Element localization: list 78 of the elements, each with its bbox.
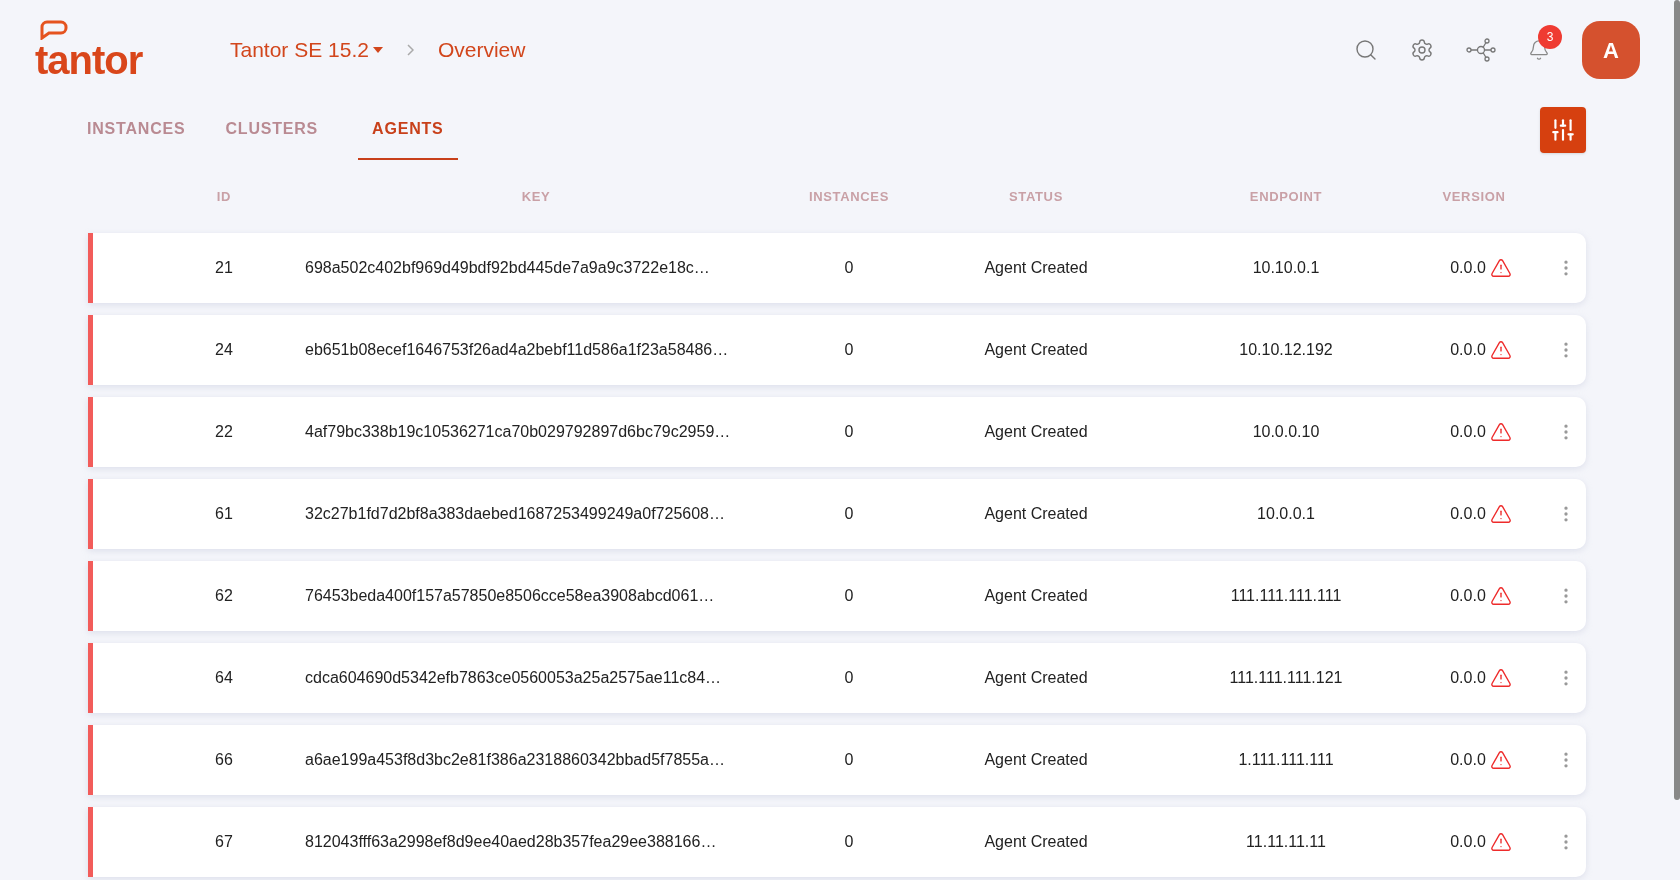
network-icon[interactable] (1466, 38, 1496, 62)
table-cell-text: 4af79bc338b19c10536271ca70b029792897d6bc79c2959… (305, 422, 732, 442)
table-cell-text: 10.0.0.1 (1256, 504, 1316, 524)
table-cell-text: 1.111.111.111 (1237, 750, 1335, 770)
table-cell-text: 21 (214, 258, 234, 278)
table-row[interactable]: 22 4af79bc338b19c10536271ca70b029792897d6bc79c2959… 0 Agent Created 10.0.0.10 0.0.0 (88, 397, 1586, 467)
table-cell-text: 0 (843, 258, 855, 278)
sliders-icon (1550, 117, 1576, 143)
table-cell-text: Agent Created (983, 258, 1089, 278)
page-title: Overview (437, 37, 526, 64)
table-row[interactable]: 66 a6ae199a453f8d3bc2e81f386a2318860342bbad5f7855a… 0 Agent Created 1.111.111.111 0.0.0 (88, 725, 1586, 795)
chevron-icon (406, 44, 414, 56)
table-cell-text: 22 (214, 422, 234, 442)
column-header: ID (215, 187, 233, 206)
column-header: STATUS (1008, 187, 1064, 206)
table-cell-text: 0.0.0 (1450, 504, 1486, 524)
bell-icon[interactable] (1528, 39, 1550, 61)
tab[interactable]: AGENTS (358, 100, 458, 160)
table-cell-text: 66 (214, 750, 234, 770)
table-cell-text: 61 (214, 504, 234, 524)
avatar[interactable]: A (1582, 21, 1640, 79)
product-dropdown[interactable]: Tantor SE 15.2 (230, 34, 383, 66)
table-cell-text: 0.0.0 (1450, 258, 1486, 278)
settings-icon[interactable] (1410, 38, 1434, 62)
table-cell-text: Agent Created (983, 750, 1089, 770)
filter-button[interactable] (1540, 107, 1586, 153)
table-cell-text: eb651b08ecef1646753f26ad4a2bebf11d586a1f23a58486… (305, 340, 730, 360)
table-cell-text: Agent Created (983, 586, 1089, 606)
table-cell-text: 812043fff63a2998ef8d9ee40aed28b357fea29ee388166… (305, 832, 718, 852)
column-header: VERSION (1441, 187, 1507, 206)
table-row[interactable]: 24 eb651b08ecef1646753f26ad4a2bebf11d586a1f23a58486… 0 Agent Created 10.10.12.192 0.0.0 (88, 315, 1586, 385)
search-icon[interactable] (1354, 38, 1378, 62)
table-cell-text: 0.0.0 (1450, 586, 1486, 606)
table-cell-text: Agent Created (983, 422, 1089, 442)
table-cell-text: 0.0.0 (1450, 422, 1486, 442)
table-cell-text: 0.0.0 (1450, 668, 1486, 688)
table-cell-text: 0 (843, 422, 855, 442)
table-cell-text: 0.0.0 (1450, 832, 1486, 852)
table-cell-text: 67 (214, 832, 234, 852)
table-cell-text: 0 (843, 504, 855, 524)
table-cell-text: 0 (843, 750, 855, 770)
logo-text: tantor (35, 40, 143, 80)
column-header: INSTANCES (808, 187, 890, 206)
table-row[interactable]: 67 812043fff63a2998ef8d9ee40aed28b357fea29ee388166… 0 Agent Created 11.11.11.11 0.0.0 (88, 807, 1586, 877)
table-cell-text: a6ae199a453f8d3bc2e81f386a2318860342bbad5f7855a… (305, 750, 726, 770)
table-cell-text: Agent Created (983, 504, 1089, 524)
scrollbar-thumb[interactable] (1674, 0, 1680, 800)
table-cell-text: 62 (214, 586, 234, 606)
table-row[interactable]: 64 cdca604690d5342efb7863ce0560053a25a2575ae11c84… 0 Agent Created 111.111.111.121 0.0.0 (88, 643, 1586, 713)
table-cell-text: 111.111.111.111 (1229, 586, 1343, 606)
table-cell-text: 0 (843, 832, 855, 852)
column-header: KEY (520, 187, 552, 206)
table-cell-text: 64 (214, 668, 234, 688)
table-cell-text: 698a502c402bf969d49bdf92bd445de7a9a9c3722e18c… (305, 258, 711, 278)
table-cell-text: Agent Created (983, 668, 1089, 688)
table-cell-text: 0.0.0 (1450, 750, 1486, 770)
table-cell-text: Agent Created (983, 340, 1089, 360)
caret-icon (372, 47, 383, 53)
table-cell-text: Agent Created (983, 832, 1089, 852)
column-header: ENDPOINT (1248, 187, 1324, 206)
table-cell-text: 0 (843, 668, 855, 688)
table-row[interactable]: 62 76453beda400f157a57850e8506cce58ea3908abcd061… 0 Agent Created 111.111.111.111 0.0.0 (88, 561, 1586, 631)
table-cell-text: 0.0.0 (1450, 340, 1486, 360)
table-cell-text: 10.10.0.1 (1251, 258, 1321, 278)
table-cell-text: 24 (214, 340, 234, 360)
table-row[interactable]: 21 698a502c402bf969d49bdf92bd445de7a9a9c3722e18c… 0 Agent Created 10.10.0.1 0.0.0 (88, 233, 1586, 303)
logo-bubble-icon (39, 20, 69, 40)
table-cell-text: 0 (843, 340, 855, 360)
table-cell-text: 10.10.12.192 (1238, 340, 1334, 360)
table-cell-text: 111.111.111.121 (1228, 668, 1344, 688)
table-cell-text: 0 (843, 586, 855, 606)
table-cell-text: 32c27b1fd7d2bf8a383daebed1687253499249a0f725608… (305, 504, 726, 524)
table-cell-text: 11.11.11.11 (1245, 832, 1327, 852)
table-cell-text: cdca604690d5342efb7863ce0560053a25a2575ae11c84… (305, 668, 723, 688)
table-cell-text: 10.0.0.10 (1251, 422, 1321, 442)
table-row[interactable]: 61 32c27b1fd7d2bf8a383daebed1687253499249a0f725608… 0 Agent Created 10.0.0.1 0.0.0 (88, 479, 1586, 549)
table-cell-text: 76453beda400f157a57850e8506cce58ea3908abcd061… (305, 586, 716, 606)
notification-badge: 3 (1538, 25, 1562, 49)
